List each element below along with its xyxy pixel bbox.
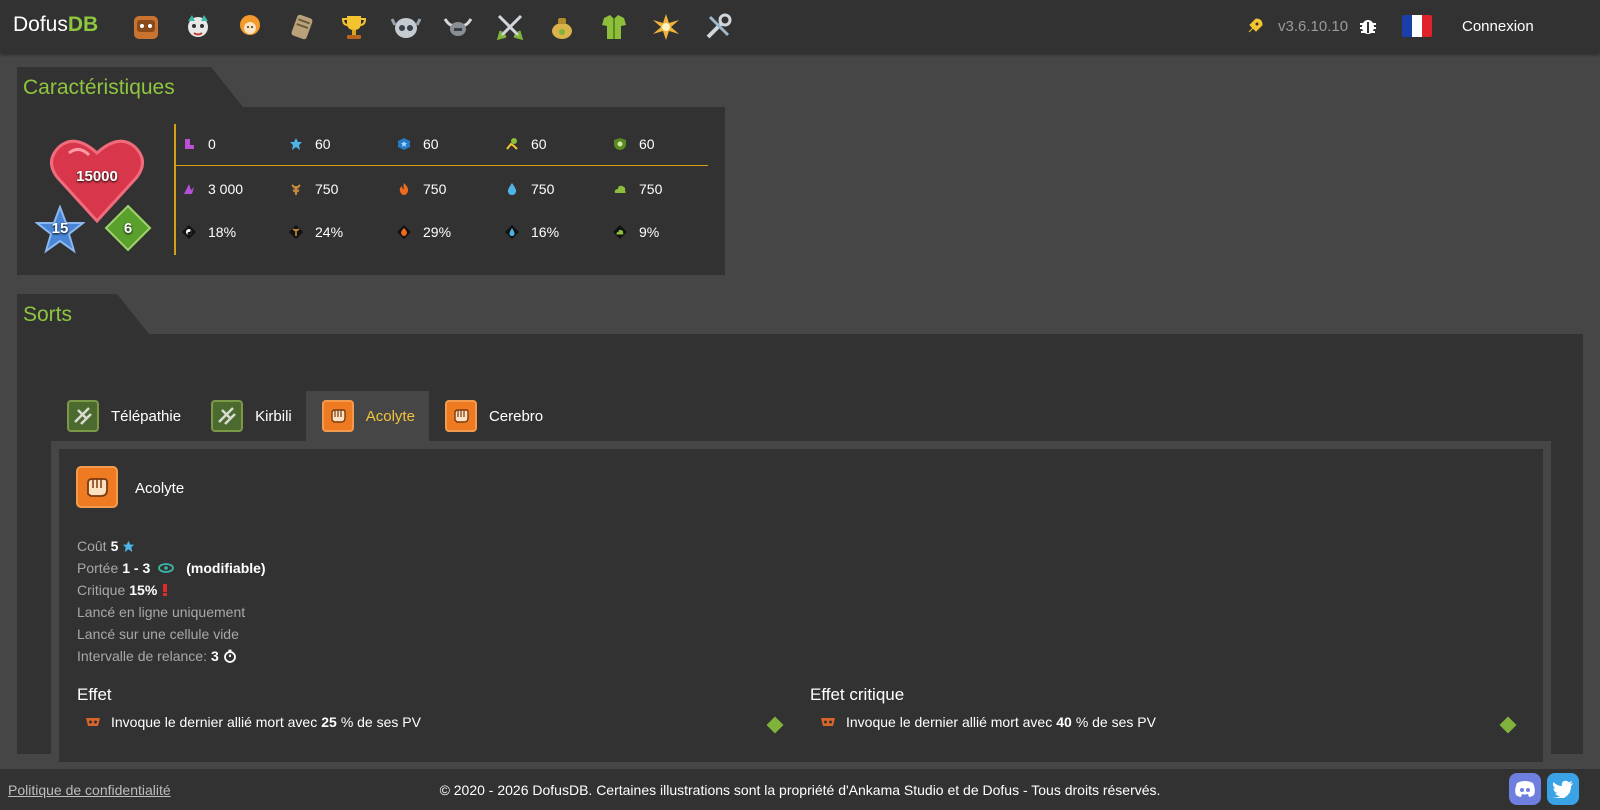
effect-gem-icon [766,716,784,734]
spell-range: Portée 1 - 3 (modifiable) [77,560,266,576]
stat-row1-col4: 60 [505,136,547,152]
stat-row1-col5: 60 [613,136,655,152]
stat-row1-col2: 60 [289,136,331,152]
neutral-damage-icon [184,184,194,194]
divider-vertical [174,124,176,255]
divider-horizontal [174,165,708,166]
ap-star-icon [290,138,302,150]
effect-line: Invoque le dernier allié mort avec 25% de… [85,714,421,730]
neutral-resist-icon [182,225,196,239]
spells-header: Sorts [17,294,149,334]
stat-row3-col2: 24% [289,224,343,240]
bag-icon[interactable] [546,11,578,43]
nav-icons [130,11,754,43]
spell-detail-frame: Acolyte Coût 5 Portée 1 - 3 (modifiable) C… [51,441,1551,770]
critical-effect-gem-icon [1499,716,1517,734]
spell-detail: Acolyte Coût 5 Portée 1 - 3 (modifiable) C… [59,449,1543,762]
cerebro-spell-icon [444,400,477,432]
pm-value: 6 [123,220,133,237]
trophy-icon[interactable] [338,11,370,43]
character-icon[interactable] [234,11,266,43]
critical-effect-title: Effet critique [810,685,905,704]
stat-row2-col5: 750 [613,181,662,197]
characteristics-panel: 15000 15 6 0 60 60 60 60 3 000 750 750 7… [17,107,725,275]
acolyte-spell-icon [321,400,354,432]
air-icon [614,185,626,193]
effect-title: Effet [77,685,112,704]
stat-row1-col1: 0 [182,136,216,152]
critical-effect-line: Invoque le dernier allié mort avec 40% de… [820,714,1156,730]
footer: © 2020 - 2026 DofusDB. Certaines illustr… [0,769,1600,810]
crossed-swords-icon[interactable] [494,11,526,43]
characteristics-header: Caractéristiques [17,67,243,107]
earth-icon [291,184,301,195]
discord-icon[interactable] [1509,773,1541,805]
spell-cooldown: Intervalle de relance: 3 [77,648,237,664]
copyright-text: © 2020 - 2026 DofusDB. Certaines illustr… [439,782,1161,798]
summon-icon [86,718,100,726]
fire-resist-icon [397,225,411,239]
stat-row2-col2: 750 [289,181,338,197]
top-navbar: DofusDB v3.6.10.10 Connexion [0,0,1600,53]
horned-helmet-icon[interactable] [442,11,474,43]
spell-critical: Critique 15% [77,582,169,598]
earth-resist-icon [289,225,303,239]
tools-icon[interactable] [702,11,734,43]
shield-icon [614,138,626,150]
fire-icon [399,183,409,195]
scroll-icon[interactable] [286,11,318,43]
kirbili-spell-icon [211,400,244,432]
stat-row2-col3: 750 [397,181,446,197]
chest-icon[interactable] [130,11,162,43]
tab-kirbili[interactable]: Kirbili [195,391,306,441]
acolyte-spell-large-icon [76,466,118,508]
level-value: 15 [51,220,69,237]
telepathie-spell-icon [67,400,99,432]
language-flag[interactable] [1402,15,1432,37]
air-resist-icon [613,225,627,239]
login-button[interactable]: Connexion [1462,18,1534,35]
dodge-icon [506,138,518,150]
water-icon [507,183,517,195]
tab-cerebro[interactable]: Cerebro [429,391,557,441]
spell-title: Acolyte [135,480,185,497]
skull-helmet-icon[interactable] [390,11,422,43]
rocket-icon[interactable] [1246,17,1264,35]
summon-icon [821,718,835,726]
boot-icon [185,139,194,149]
twitter-icon[interactable] [1547,773,1579,805]
critical-icon [163,584,168,596]
tab-acolyte[interactable]: Acolyte [305,391,429,441]
spell-cost: Coût 5 [77,538,135,554]
eye-icon [158,563,175,573]
stat-row3-col1: 18% [182,224,236,240]
water-resist-icon [505,225,519,239]
armor-icon[interactable] [598,11,630,43]
stat-row3-col4: 16% [505,224,559,240]
privacy-link[interactable]: Politique de confidentialité [8,782,171,798]
explosion-icon[interactable] [650,11,682,43]
tab-telepathie[interactable]: Télépathie [51,391,195,441]
timer-icon [223,649,236,663]
spell-line-only: Lancé en ligne uniquement [77,604,246,620]
brand-logo[interactable]: DofusDB [13,13,98,37]
bug-icon[interactable] [1358,16,1378,36]
spell-empty-cell: Lancé sur une cellule vide [77,626,239,642]
stat-row2-col4: 750 [505,181,554,197]
stat-row1-col3: 60 [397,136,439,152]
life-value: 15000 [76,168,118,185]
blue-star-icon [398,138,410,150]
spell-tabs: Télépathie Kirbili Acolyte Cerebro [51,391,557,441]
creature-icon[interactable] [182,11,214,43]
version-label: v3.6.10.10 [1278,18,1349,35]
ap-star-icon [123,540,135,552]
stat-row2-col1: 3 000 [182,181,243,197]
stat-row3-col5: 9% [613,224,659,240]
stat-row3-col3: 29% [397,224,451,240]
spells-panel: Télépathie Kirbili Acolyte Cerebro Acoly… [17,334,1583,770]
